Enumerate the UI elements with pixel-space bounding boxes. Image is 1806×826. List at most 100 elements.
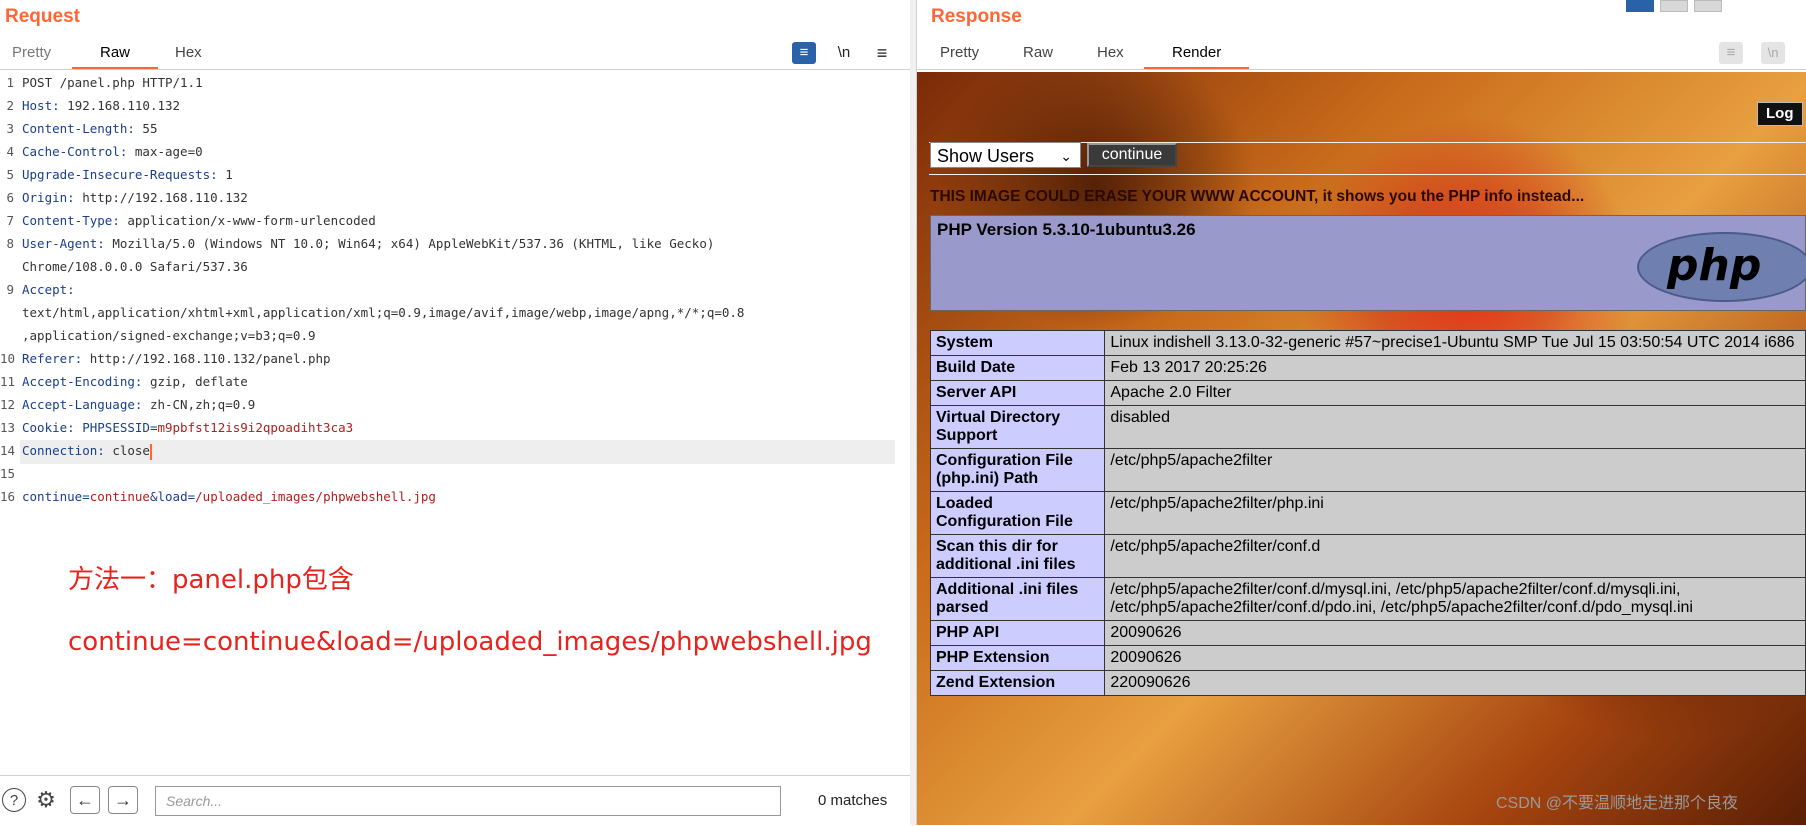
- table-row: Virtual Directory Support disabled: [929, 405, 1806, 449]
- table-row: Configuration File (php.ini) Path/etc/ph…: [929, 448, 1806, 492]
- request-title: Request: [5, 6, 80, 27]
- code-line: continue=continue&load=/uploaded_images/…: [22, 489, 436, 504]
- info-key: Configuration File (php.ini) Path: [929, 448, 1106, 492]
- table-row: System Linux indishell 3.13.0-32-generic …: [929, 330, 1806, 356]
- php-info-table: System Linux indishell 3.13.0-32-generic …: [929, 330, 1806, 696]
- info-value: /etc/php5/apache2filter: [1104, 448, 1806, 492]
- action-select[interactable]: Show Users ⌄: [930, 142, 1081, 168]
- code-line: Accept-Encoding: gzip, deflate: [22, 374, 248, 389]
- tab-hex[interactable]: Hex: [1093, 36, 1128, 69]
- search-input[interactable]: [155, 786, 781, 816]
- warning-text: THIS IMAGE COULD ERASE YOUR WWW ACCOUNT,…: [930, 188, 1585, 205]
- layout-horizontal-icon[interactable]: [1660, 0, 1688, 12]
- line-number: 12: [0, 397, 16, 412]
- request-editor[interactable]: 1 POST /panel.php HTTP/1.1 2 Host: 192.168.…: [0, 75, 900, 775]
- annotation-method: 方法一：panel.php包含: [68, 565, 354, 595]
- code-line: Referer: http://192.168.110.132/panel.ph…: [22, 351, 331, 366]
- line-number: 16: [0, 489, 16, 504]
- login-button[interactable]: Log: [1757, 102, 1803, 126]
- layout-split-icon[interactable]: [1626, 0, 1654, 12]
- info-value: Feb 13 2017 20:25:26: [1104, 355, 1806, 381]
- chevron-down-icon: ⌄: [1060, 148, 1072, 164]
- line-number: 5: [6, 167, 14, 182]
- code-line: Origin: http://192.168.110.132: [22, 190, 248, 205]
- search-bar: ? ⚙ ← → 0 matches: [0, 775, 910, 826]
- line-number: 9: [6, 282, 14, 297]
- line-number: 6: [6, 190, 14, 205]
- response-title: Response: [931, 6, 1022, 27]
- response-pane: Response Pretty Raw Hex Render ≡ \n Log …: [917, 0, 1806, 825]
- code-line: Accept:: [22, 282, 75, 297]
- help-icon[interactable]: ?: [2, 788, 26, 812]
- forward-arrow-icon[interactable]: →: [108, 786, 138, 814]
- word-wrap-icon[interactable]: ≡: [1719, 42, 1743, 64]
- line-number: 4: [6, 144, 14, 159]
- render-view: Log Show Users ⌄ continue THIS IMAGE COU…: [917, 72, 1806, 825]
- info-key: Virtual Directory Support: [929, 405, 1106, 449]
- info-value: /etc/php5/apache2filter/php.ini: [1104, 491, 1806, 535]
- php-logo: php: [1637, 232, 1806, 302]
- info-value: Apache 2.0 Filter: [1104, 380, 1806, 406]
- annotation-payload: continue=continue&load=/uploaded_images/…: [68, 627, 872, 657]
- code-line: text/html,application/xhtml+xml,applicat…: [22, 305, 745, 320]
- info-key: PHP Extension: [929, 645, 1106, 671]
- line-number: 13: [0, 420, 16, 435]
- line-number: 11: [0, 374, 16, 389]
- word-wrap-icon[interactable]: ≡: [792, 42, 816, 64]
- table-row: PHP API 20090626: [929, 620, 1806, 646]
- table-row: PHP Extension 20090626: [929, 645, 1806, 671]
- table-row: Scan this dir for additional .ini files /…: [929, 534, 1806, 578]
- info-value: Linux indishell 3.13.0-32-generic #57~pr…: [1104, 330, 1806, 356]
- action-select-value: Show Users: [937, 146, 1035, 166]
- line-number: 10: [0, 351, 16, 366]
- tab-pretty[interactable]: Pretty: [8, 36, 55, 69]
- info-key: Loaded Configuration File: [929, 491, 1106, 535]
- line-number: 8: [6, 236, 14, 251]
- code-line: ,application/signed-exchange;v=b3;q=0.9: [22, 328, 316, 343]
- settings-gear-icon[interactable]: ⚙: [34, 788, 58, 812]
- php-version: PHP Version 5.3.10-1ubuntu3.26: [937, 220, 1196, 239]
- tab-pretty[interactable]: Pretty: [936, 36, 983, 69]
- code-line: Upgrade-Insecure-Requests: 1: [22, 167, 233, 182]
- code-line: Accept-Language: zh-CN,zh;q=0.9: [22, 397, 256, 412]
- info-key: Additional .ini files parsed: [929, 577, 1106, 621]
- newline-toggle-icon[interactable]: \n: [1761, 42, 1785, 64]
- menu-icon[interactable]: ≡: [870, 42, 894, 64]
- info-key: PHP API: [929, 620, 1106, 646]
- layout-vertical-icon[interactable]: [1694, 0, 1722, 12]
- php-info-header: PHP Version 5.3.10-1ubuntu3.26 php: [930, 215, 1806, 311]
- table-row: Additional .ini files parsed/etc/php5/ap…: [929, 577, 1806, 621]
- code-line: Host: 192.168.110.132: [22, 98, 181, 113]
- info-key: Scan this dir for additional .ini files: [929, 534, 1106, 578]
- tab-render[interactable]: Render: [1143, 36, 1250, 69]
- table-row: Zend Extension 220090626: [929, 670, 1806, 696]
- info-value: disabled: [1104, 405, 1806, 449]
- info-value: 20090626: [1104, 645, 1806, 671]
- code-line: POST /panel.php HTTP/1.1: [22, 75, 203, 90]
- code-line: Content-Type: application/x-www-form-url…: [22, 213, 376, 228]
- continue-button[interactable]: continue: [1087, 143, 1177, 167]
- line-number: 1: [6, 75, 14, 90]
- line-number: 2: [6, 98, 14, 113]
- info-value: 220090626: [1104, 670, 1806, 696]
- watermark: CSDN @不要温顺地走进那个良夜: [1496, 795, 1739, 812]
- tab-raw[interactable]: Raw: [71, 36, 159, 69]
- info-key: Server API: [929, 380, 1106, 406]
- info-key: Zend Extension: [929, 670, 1106, 696]
- match-count: 0 matches: [818, 792, 888, 809]
- info-value: /etc/php5/apache2filter/conf.d: [1104, 534, 1806, 578]
- line-number: 14: [0, 443, 16, 458]
- request-pane: Request Pretty Raw Hex ≡ \n ≡ 1 POST /pan…: [0, 0, 911, 825]
- newline-toggle-icon[interactable]: \n: [832, 42, 856, 64]
- table-row: Server API Apache 2.0 Filter: [929, 380, 1806, 406]
- table-row: Build Date Feb 13 2017 20:25:26: [929, 355, 1806, 381]
- info-key: System: [929, 330, 1106, 356]
- tab-hex[interactable]: Hex: [171, 36, 206, 69]
- back-arrow-icon[interactable]: ←: [70, 786, 100, 814]
- info-key: Build Date: [929, 355, 1106, 381]
- code-line: Connection: close: [22, 443, 152, 460]
- tab-raw[interactable]: Raw: [1019, 36, 1057, 69]
- code-line: Content-Length: 55: [22, 121, 158, 136]
- pane-divider[interactable]: [910, 0, 917, 825]
- line-number: 7: [6, 213, 14, 228]
